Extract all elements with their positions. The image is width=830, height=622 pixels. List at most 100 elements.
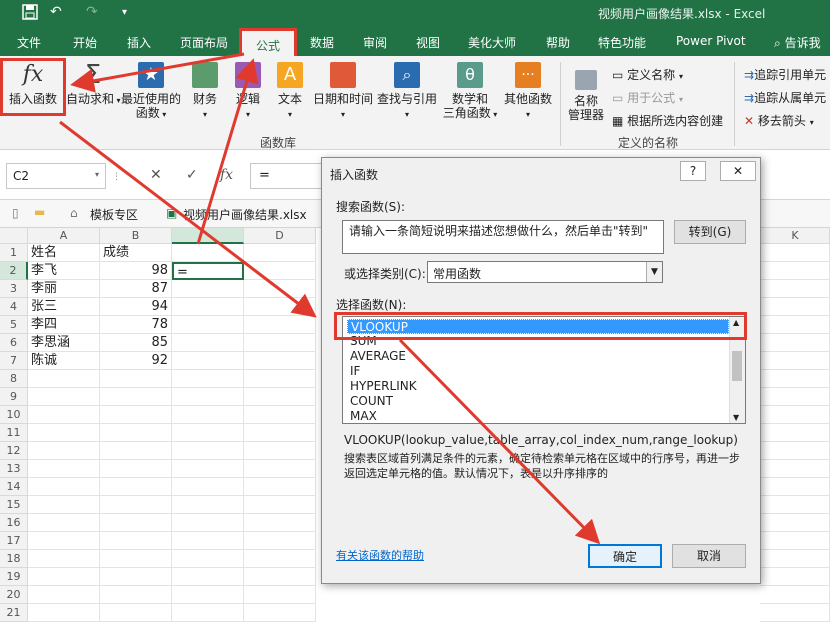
table-cell[interactable] — [28, 370, 100, 388]
table-cell[interactable] — [760, 406, 830, 424]
tab-power-pivot[interactable]: Power Pivot — [676, 34, 746, 48]
table-cell[interactable] — [28, 496, 100, 514]
table-cell[interactable] — [244, 262, 316, 280]
table-cell[interactable] — [244, 478, 316, 496]
table-cell[interactable]: 陈诚 — [28, 352, 100, 370]
table-cell[interactable] — [760, 280, 830, 298]
row-header[interactable]: 18 — [0, 550, 28, 568]
table-cell[interactable] — [244, 244, 316, 262]
table-cell[interactable] — [100, 550, 172, 568]
table-cell[interactable] — [100, 514, 172, 532]
row-header[interactable]: 16 — [0, 514, 28, 532]
table-cell[interactable] — [172, 388, 244, 406]
column-header-a[interactable]: A — [28, 228, 100, 244]
column-header-k[interactable]: K — [760, 228, 830, 244]
table-cell[interactable] — [760, 352, 830, 370]
remove-arrows-button[interactable]: ✕ 移去箭头 ▾ — [744, 112, 814, 129]
name-manager-button[interactable]: 名称 管理器 — [566, 70, 606, 122]
template-tab[interactable]: 模板专区 — [90, 206, 138, 223]
table-cell[interactable] — [244, 352, 316, 370]
table-cell[interactable] — [28, 568, 100, 586]
dialog-help-button[interactable]: ? — [680, 161, 706, 181]
table-cell[interactable] — [172, 532, 244, 550]
tab-formulas[interactable]: 公式 — [239, 28, 298, 56]
use-in-formula-button[interactable]: ▭ 用于公式 ▾ — [612, 89, 683, 106]
create-from-selection-button[interactable]: ▦ 根据所选内容创建 — [612, 112, 723, 129]
recent-functions-button[interactable]: ★ 最近使用的 函数 ▾ — [121, 62, 181, 122]
formula-input[interactable]: = — [250, 163, 330, 189]
row-header[interactable]: 1 — [0, 244, 28, 262]
customize-toolbar-icon[interactable]: ▾ — [122, 7, 127, 18]
tab-help[interactable]: 帮助 — [546, 34, 570, 51]
table-cell[interactable] — [28, 550, 100, 568]
table-cell[interactable] — [760, 550, 830, 568]
row-header[interactable]: 5 — [0, 316, 28, 334]
tab-beautify-master[interactable]: 美化大师 — [468, 34, 516, 51]
table-cell[interactable] — [28, 460, 100, 478]
table-cell[interactable] — [172, 244, 244, 262]
table-cell[interactable] — [100, 460, 172, 478]
table-cell[interactable] — [100, 496, 172, 514]
table-cell[interactable] — [28, 532, 100, 550]
table-cell[interactable] — [100, 424, 172, 442]
trace-dependents-button[interactable]: ⇉追踪从属单元 — [744, 89, 826, 106]
table-cell[interactable] — [28, 424, 100, 442]
table-cell[interactable] — [100, 568, 172, 586]
lookup-button[interactable]: ⌕ 查找与引用 ▾ — [376, 62, 438, 122]
table-cell[interactable]: 李思涵 — [28, 334, 100, 352]
row-header[interactable]: 6 — [0, 334, 28, 352]
chevron-down-icon[interactable]: ▼ — [646, 262, 662, 282]
function-help-link[interactable]: 有关该函数的帮助 — [336, 547, 424, 563]
go-button[interactable]: 转到(G) — [674, 220, 746, 244]
row-header[interactable]: 2 — [0, 262, 28, 280]
row-header[interactable]: 11 — [0, 424, 28, 442]
logical-button[interactable]: ? 逻辑 ▾ — [232, 62, 264, 122]
row-header[interactable]: 10 — [0, 406, 28, 424]
table-cell[interactable] — [172, 406, 244, 424]
table-cell[interactable] — [172, 424, 244, 442]
row-header[interactable]: 3 — [0, 280, 28, 298]
undo-icon[interactable]: ↶ — [50, 4, 62, 20]
table-cell[interactable] — [100, 370, 172, 388]
table-cell[interactable] — [760, 424, 830, 442]
function-item-hyperlink[interactable]: HYPERLINK — [347, 379, 417, 394]
tab-home[interactable]: 开始 — [73, 34, 97, 51]
table-cell[interactable] — [172, 442, 244, 460]
folder-icon[interactable]: ▬ — [34, 205, 45, 219]
row-header[interactable]: 19 — [0, 568, 28, 586]
name-box-dropdown-icon[interactable]: ▾ — [95, 170, 99, 179]
table-cell[interactable]: 85 — [100, 334, 172, 352]
table-cell[interactable] — [172, 604, 244, 622]
table-cell[interactable] — [244, 316, 316, 334]
table-cell[interactable] — [28, 478, 100, 496]
table-cell[interactable] — [244, 424, 316, 442]
financial-button[interactable]: 财务 ▾ — [188, 62, 222, 122]
table-cell[interactable] — [172, 496, 244, 514]
tab-insert[interactable]: 插入 — [127, 34, 151, 51]
table-cell[interactable] — [172, 550, 244, 568]
table-cell[interactable] — [760, 388, 830, 406]
table-cell[interactable] — [172, 568, 244, 586]
function-item-if[interactable]: IF — [347, 364, 360, 379]
row-header[interactable]: 15 — [0, 496, 28, 514]
table-cell[interactable]: 李四 — [28, 316, 100, 334]
active-cell-c2[interactable]: = — [172, 262, 244, 280]
table-cell[interactable] — [172, 478, 244, 496]
table-cell[interactable] — [100, 604, 172, 622]
row-header[interactable]: 21 — [0, 604, 28, 622]
table-cell[interactable]: 94 — [100, 298, 172, 316]
function-item-average[interactable]: AVERAGE — [347, 349, 406, 364]
table-cell[interactable]: 87 — [100, 280, 172, 298]
table-cell[interactable] — [760, 532, 830, 550]
table-cell[interactable] — [28, 388, 100, 406]
table-cell[interactable] — [100, 532, 172, 550]
table-cell[interactable] — [244, 586, 316, 604]
column-header-c[interactable] — [172, 228, 244, 244]
table-cell[interactable] — [760, 514, 830, 532]
name-box[interactable]: C2 ▾ — [6, 163, 106, 189]
select-all-corner[interactable] — [0, 228, 28, 244]
category-select[interactable]: 常用函数 ▼ — [427, 261, 663, 283]
table-cell[interactable] — [100, 586, 172, 604]
table-cell[interactable] — [244, 604, 316, 622]
table-cell[interactable] — [244, 550, 316, 568]
